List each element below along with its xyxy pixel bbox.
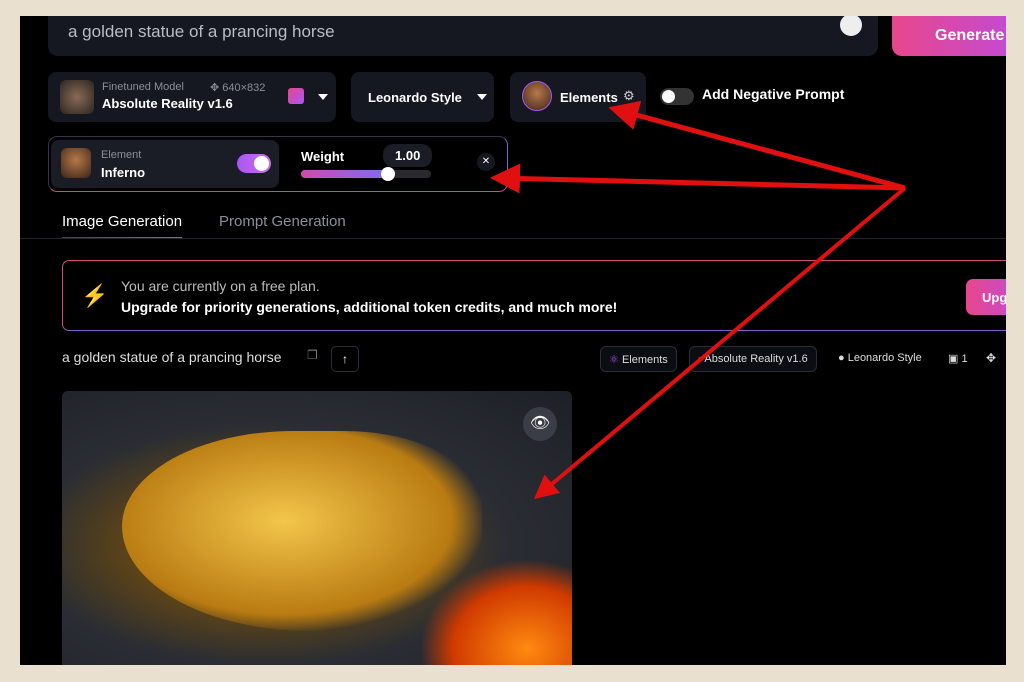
arrow-to-elements xyxy=(608,100,906,191)
annotation-arrows xyxy=(490,100,907,500)
arrow-to-element-panel xyxy=(490,163,906,194)
arrow-to-image xyxy=(533,186,907,500)
